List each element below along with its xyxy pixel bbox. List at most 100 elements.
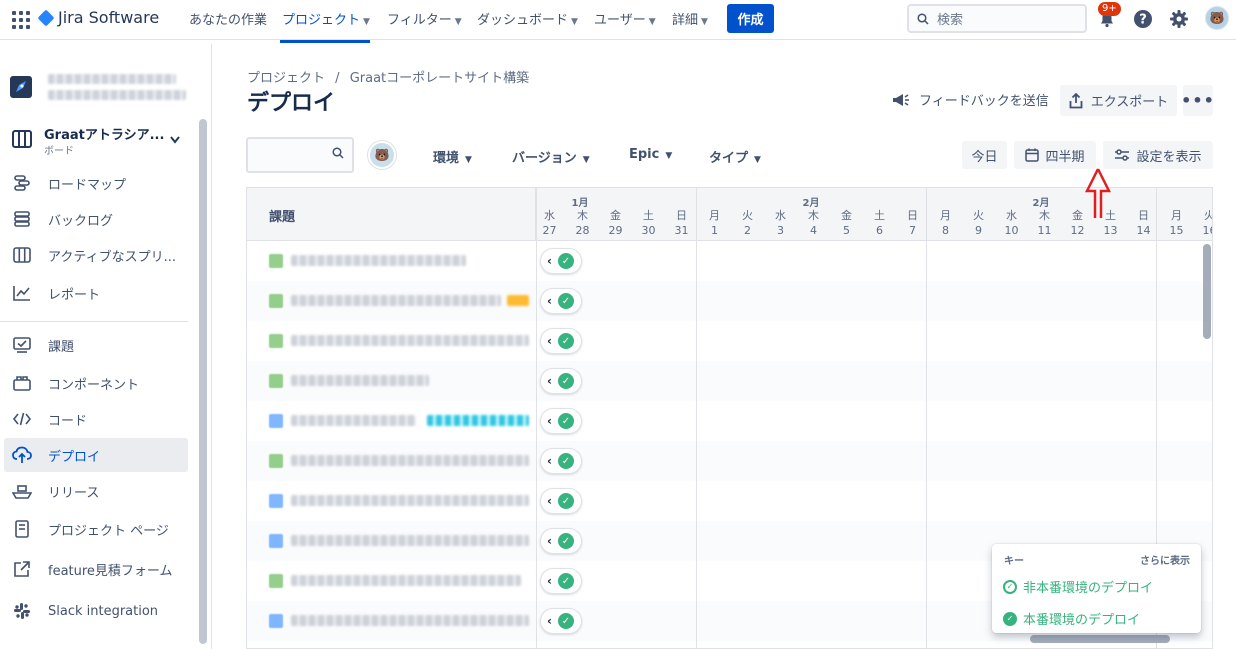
sidebar-item-label: ロードマップ [48, 177, 127, 193]
deployment-marker[interactable]: ‹ ✓ [540, 488, 582, 514]
chevron-down-icon: ▼ [701, 17, 708, 27]
nav-item[interactable]: フィルター ▼ [387, 9, 462, 28]
issue-type-icon [269, 494, 283, 508]
epic-filter-label: Epic [629, 147, 660, 162]
deployment-marker[interactable]: ‹ ✓ [540, 528, 582, 554]
day-of-week: 火 [1193, 208, 1212, 223]
roadmap-icon [12, 173, 32, 193]
issue-type-icon [269, 454, 283, 468]
breadcrumb-projects[interactable]: プロジェクト [247, 71, 325, 86]
jira-logo[interactable]: Jira Software [37, 8, 159, 27]
issue-summary-blurred [291, 255, 466, 266]
issue-row[interactable]: ‹ ✓ [247, 241, 1212, 281]
issue-summary-blurred [291, 615, 529, 626]
sidebar-divider [0, 321, 188, 322]
assignee-filter-avatar[interactable]: 🐻 [368, 141, 396, 169]
filter-search-input[interactable] [246, 137, 354, 173]
app-switcher-icon[interactable] [10, 9, 30, 29]
sidebar-item[interactable]: バックログ [4, 202, 188, 236]
issue-row[interactable]: ‹ ✓ [247, 441, 1212, 481]
sidebar-item[interactable]: 課題 [4, 328, 188, 362]
deployment-marker[interactable]: ‹ ✓ [540, 408, 582, 434]
legend-non-production: ✓ 非本番環境のデプロイ [1003, 577, 1153, 596]
sidebar-scrollbar[interactable] [199, 119, 207, 644]
sidebar-item[interactable]: レポート [4, 276, 188, 310]
sidebar-item[interactable]: コード [4, 402, 188, 436]
nav-item[interactable]: ユーザー ▼ [594, 9, 656, 28]
search-input[interactable]: 検索 [907, 4, 1087, 33]
timeline-horizontal-scrollbar[interactable] [1030, 635, 1170, 643]
deployment-marker[interactable]: ‹ ✓ [540, 248, 582, 274]
deployment-marker[interactable]: ‹ ✓ [540, 288, 582, 314]
breadcrumb-separator: / [335, 71, 340, 86]
issue-type-icon [269, 534, 283, 548]
day-of-week: 木 [1039, 209, 1050, 222]
issue-type-icon [269, 414, 283, 428]
project-avatar[interactable] [10, 76, 32, 98]
chevron-left-icon: ‹ [547, 414, 552, 428]
chevron-down-icon: ▼ [454, 17, 462, 27]
sidebar-item[interactable]: Slack integration [4, 594, 188, 628]
top-navigation: Jira Software あなたの作業 プロジェクト ▼ フィルター ▼ ダッシュボード… [0, 0, 1236, 43]
nav-item[interactable]: 詳細 ▼ [672, 9, 708, 28]
megaphone-icon [893, 93, 909, 106]
chevron-left-icon: ‹ [547, 294, 552, 308]
export-button[interactable]: エクスポート [1060, 85, 1177, 116]
sidebar-item[interactable]: コンポーネント [4, 366, 188, 400]
issue-row[interactable]: ‹ ✓ [247, 481, 1212, 521]
issue-row[interactable]: ‹ ✓ [247, 401, 1212, 441]
week-divider [926, 188, 927, 648]
deployment-marker[interactable]: ‹ ✓ [540, 328, 582, 354]
sidebar-item[interactable]: アクティブなスプリ... [4, 238, 188, 272]
legend-show-more[interactable]: さらに表示 [1140, 552, 1190, 567]
day-column-header: 土 30 [632, 208, 665, 238]
issue-type-icon [269, 254, 283, 268]
board-icon [12, 130, 32, 148]
issue-row[interactable]: ‹ ✓ [247, 361, 1212, 401]
chevron-left-icon: ‹ [547, 574, 552, 588]
nav-item[interactable]: プロジェクト ▼ [282, 9, 370, 28]
type-filter[interactable]: タイプ ▼ [709, 147, 761, 166]
board-selector[interactable]: Graatアトラシア... ボード [10, 124, 188, 160]
settings-gear-icon[interactable] [1167, 7, 1191, 31]
breadcrumb-project[interactable]: Graatコーポレートサイト構築 [350, 71, 529, 86]
view-settings-label: 設定を表示 [1136, 149, 1202, 165]
sidebar-item[interactable]: ロードマップ [4, 166, 188, 200]
user-avatar[interactable]: 🐻 [1205, 6, 1229, 30]
timeline-vertical-scrollbar[interactable] [1203, 244, 1211, 339]
deployment-marker[interactable]: ‹ ✓ [540, 568, 582, 594]
feedback-button[interactable]: フィードバックを送信 [891, 90, 1049, 109]
nav-item[interactable]: ダッシュボード ▼ [477, 9, 578, 28]
version-filter[interactable]: バージョン ▼ [512, 147, 590, 166]
help-icon[interactable]: ? [1131, 7, 1155, 31]
sidebar-item[interactable]: feature見積フォーム [4, 552, 188, 586]
issue-summary-blurred [291, 295, 501, 306]
issue-row[interactable]: ‹ ✓ [247, 321, 1212, 361]
deployment-marker[interactable]: ‹ ✓ [540, 608, 582, 634]
deployments-icon [12, 445, 32, 465]
nav-item[interactable]: あなたの作業 [189, 9, 267, 28]
issue-summary-blurred [291, 415, 416, 426]
chevron-left-icon: ‹ [547, 534, 552, 548]
chevron-left-icon: ‹ [547, 254, 552, 268]
deployment-marker[interactable]: ‹ ✓ [540, 368, 582, 394]
day-of-week: 金 [610, 209, 621, 222]
nav-item-label: 詳細 [672, 13, 699, 28]
day-number: 16 [1202, 224, 1213, 237]
sidebar-item-label: リリース [48, 485, 100, 501]
epic-filter[interactable]: Epic ▼ [629, 147, 672, 162]
today-button[interactable]: 今日 [962, 141, 1007, 169]
more-actions-button[interactable]: ••• [1181, 85, 1214, 116]
create-button[interactable]: 作成 [727, 4, 774, 33]
deployment-marker[interactable]: ‹ ✓ [540, 448, 582, 474]
sidebar-item[interactable]: デプロイ [4, 438, 188, 472]
issue-summary-blurred [291, 375, 429, 386]
issue-row[interactable]: ‹ ✓ [247, 281, 1212, 321]
day-column-header: 火16 [1193, 208, 1213, 238]
issue-type-icon [269, 574, 283, 588]
issue-column-header: 課題 [247, 188, 536, 241]
sidebar-item[interactable]: リリース [4, 474, 188, 508]
view-settings-button[interactable]: 設定を表示 [1103, 141, 1213, 169]
sidebar-item[interactable]: プロジェクト ページ [4, 512, 188, 546]
environment-filter[interactable]: 環境 ▼ [433, 147, 472, 166]
